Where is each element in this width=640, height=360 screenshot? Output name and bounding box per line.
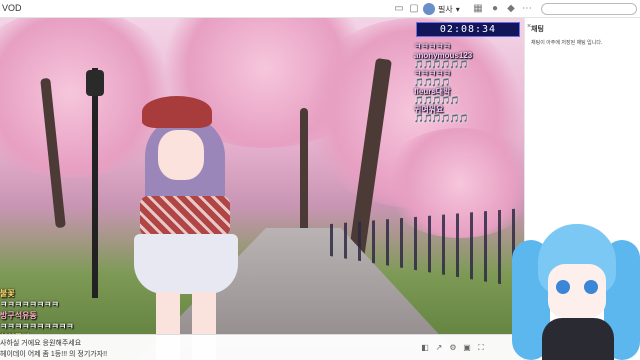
video-player[interactable]: 02:08:34 ㅋㅋㅋㅋㅋ anonymous123 🎵🎵🎵🎵🎵🎵 ㅋㅋㅋㅋㅋ 🎵🎵🎵… [0,18,524,360]
overlay-chat: ㅋㅋㅋㅋㅋ anonymous123 🎵🎵🎵🎵🎵🎵 ㅋㅋㅋㅋㅋ 🎵🎵🎵🎵 fleurs대박… [414,42,494,123]
settings-icon[interactable]: ⚙ [448,343,458,353]
top-bar: VOD ▭ ▢ 필사 ▾ ▦ ● ◆ ⋯ [0,0,640,18]
clip-icon[interactable]: ◧ [420,343,430,353]
avatar-character [120,96,270,360]
share-icon[interactable]: ↗ [434,343,444,353]
stream-timer: 02:08:34 [416,22,520,37]
chat-line: 불꽃 [0,289,15,298]
overlay-emotes: 🎵🎵🎵🎵 [414,78,451,87]
vtuber-eye-right [584,280,598,294]
character-hat [142,96,212,128]
gift-icon[interactable]: ▢ [408,3,420,14]
overlay-chat-line: ㅋㅋㅋㅋㅋ [414,42,451,51]
more-icon[interactable]: ⋯ [521,3,533,14]
bottom-text: 사하실 거에요 응원해주세요 [0,340,82,347]
chat-line: 방구석유동 [0,311,37,320]
character-top [140,196,230,236]
user-chip[interactable]: 필사 ▾ [423,2,460,16]
overlay-emotes: 🎵🎵🎵🎵🎵 [414,96,460,105]
chevron-down-icon: ▾ [455,4,460,14]
fullscreen-icon[interactable]: ⛶ [476,343,486,353]
search-input[interactable] [541,3,637,15]
lamp-post [92,68,98,298]
panel-notice: 채팅이 아주에 저장된 채팅 입니다. [531,40,603,46]
overlay-chat-line: ㅋㅋㅋㅋㅋ [414,69,451,78]
vtuber-body [542,318,614,360]
overlay-emotes: 🎵🎵🎵🎵🎵🎵 [414,114,469,123]
avatar [423,3,435,15]
overlay-chat-line: fleurs대박 [414,87,451,96]
bottom-subtext: 헤이데이 어제 좀 1등!!! 의 정기가자!! [0,351,108,358]
bell-icon[interactable]: ● [489,3,501,14]
overlay-emotes: 🎵🎵🎵🎵🎵🎵 [414,60,469,69]
vtuber-eye-left [556,280,570,294]
chat-icon[interactable]: ▭ [393,3,405,14]
chat-line: ㅋㅋㅋㅋㅋㅋㅋㅋ [0,300,59,309]
overlay-chat-line: anonymous123 [414,51,473,60]
bottom-bar: 사하실 거에요 응원해주세요 헤이데이 어제 좀 1등!!! 의 정기가자!! … [0,334,524,360]
people-icon[interactable]: ◆ [505,3,517,14]
overlay-chat-line: 귀여워요 [414,105,444,114]
chat-line: ㅋㅋㅋㅋㅋㅋㅋㅋㅋㅋ [0,322,74,331]
user-name: 필사 [438,4,453,14]
lamp-head [86,70,104,96]
vtuber-avatar [512,220,640,360]
vod-label[interactable]: VOD [2,3,22,13]
tree-trunk [300,108,308,238]
grid-icon[interactable]: ▦ [472,3,484,14]
pip-icon[interactable]: ▣ [462,343,472,353]
character-face [158,130,204,180]
panel-title: 채팅 [531,26,544,33]
character-skirt [134,234,238,294]
